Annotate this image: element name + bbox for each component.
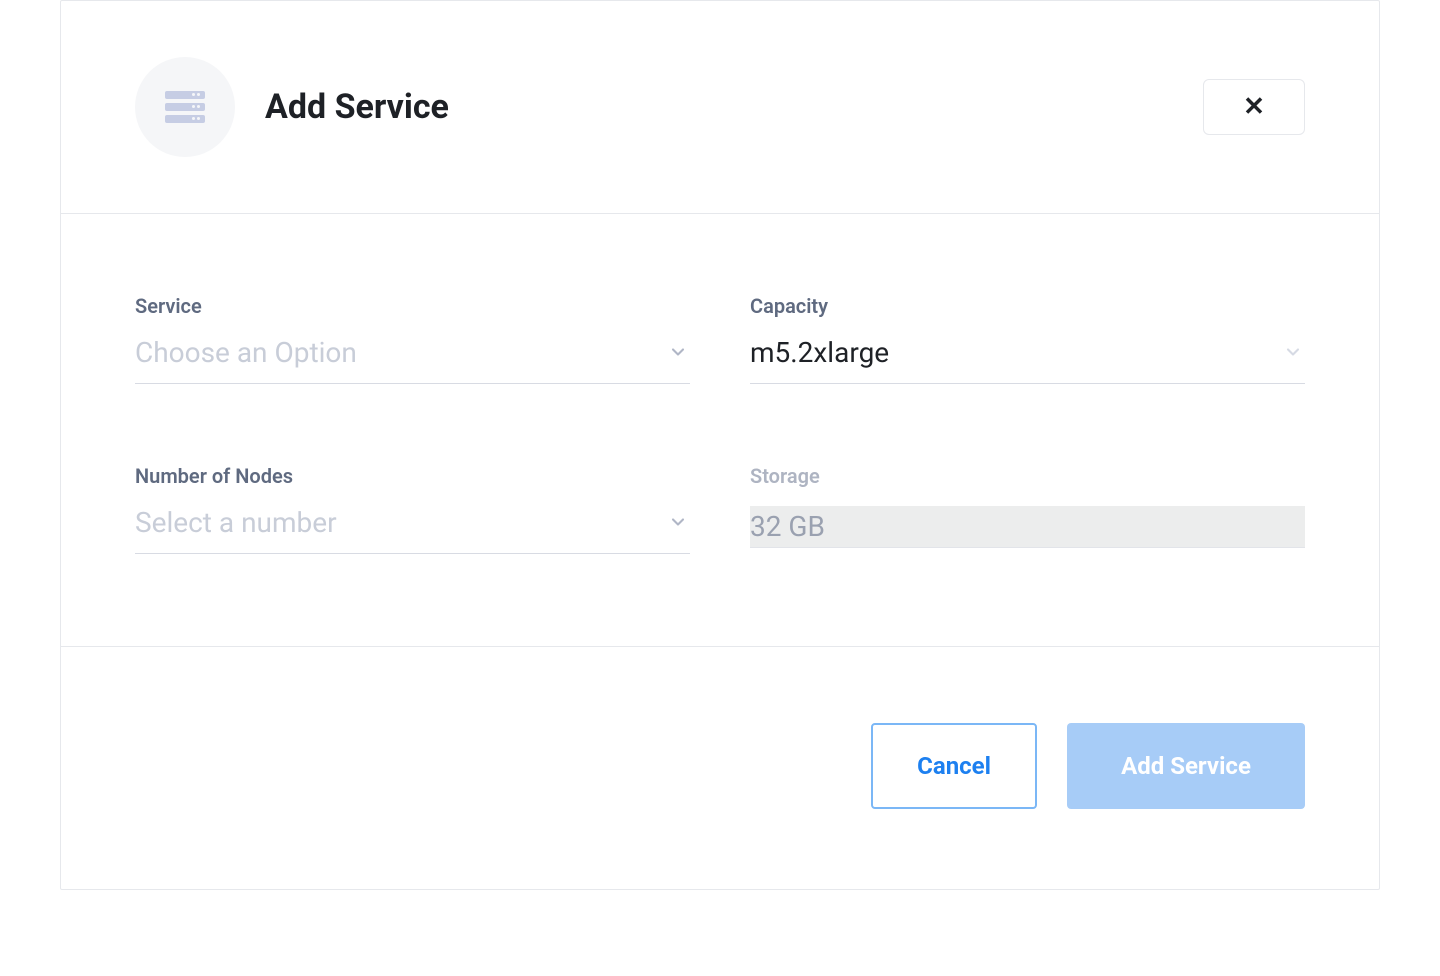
nodes-label: Number of Nodes — [135, 464, 690, 488]
dialog-header: Add Service ✕ — [61, 1, 1379, 214]
service-select[interactable]: Choose an Option — [135, 336, 690, 384]
capacity-label: Capacity — [750, 294, 1305, 318]
dialog-title: Add Service — [265, 87, 449, 127]
capacity-select-value: m5.2xlarge — [750, 336, 889, 369]
close-icon: ✕ — [1243, 94, 1265, 120]
add-service-button[interactable]: Add Service — [1067, 723, 1305, 809]
dialog-footer: Cancel Add Service — [61, 647, 1379, 889]
service-label: Service — [135, 294, 690, 318]
chevron-down-icon — [668, 342, 688, 366]
server-icon — [165, 91, 205, 123]
cancel-button[interactable]: Cancel — [871, 723, 1037, 809]
nodes-select-value: Select a number — [135, 506, 337, 539]
close-button[interactable]: ✕ — [1203, 79, 1305, 135]
dialog-body: Service Choose an Option Capacity m5.2xl… — [61, 214, 1379, 647]
service-select-value: Choose an Option — [135, 336, 357, 369]
capacity-select[interactable]: m5.2xlarge — [750, 336, 1305, 384]
storage-value: 32 GB — [750, 510, 825, 543]
nodes-select[interactable]: Select a number — [135, 506, 690, 554]
add-service-dialog: Add Service ✕ Service Choose an Option C… — [60, 0, 1380, 890]
server-icon-badge — [135, 57, 235, 157]
storage-label: Storage — [750, 464, 1305, 488]
storage-readonly: 32 GB — [750, 506, 1305, 548]
storage-field: Storage 32 GB — [750, 464, 1305, 554]
chevron-down-icon — [1283, 342, 1303, 366]
nodes-field: Number of Nodes Select a number — [135, 464, 690, 554]
chevron-down-icon — [668, 512, 688, 536]
service-field: Service Choose an Option — [135, 294, 690, 384]
capacity-field: Capacity m5.2xlarge — [750, 294, 1305, 384]
